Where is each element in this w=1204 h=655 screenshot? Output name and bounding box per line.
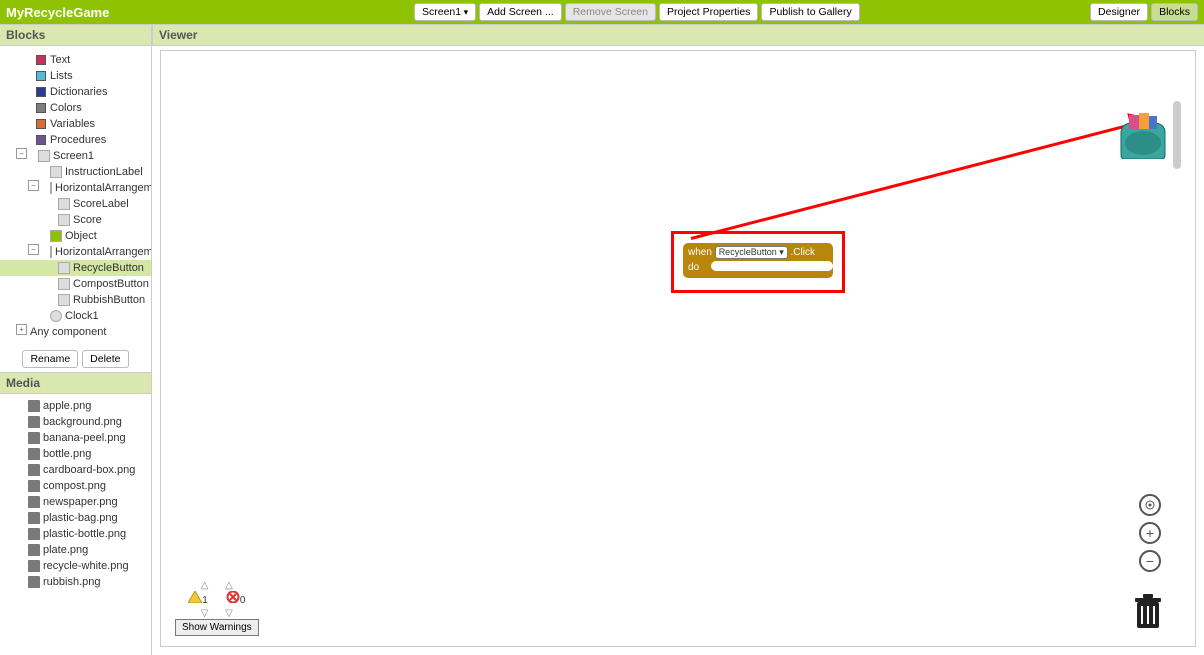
- remove-screen-button[interactable]: Remove Screen: [565, 3, 656, 21]
- image-icon: [28, 544, 40, 556]
- component-score[interactable]: Score: [0, 212, 151, 228]
- delete-button[interactable]: Delete: [82, 350, 128, 368]
- builtin-text[interactable]: Text: [0, 52, 151, 68]
- image-icon: [28, 560, 40, 572]
- screen-selector[interactable]: Screen1: [414, 3, 476, 21]
- builtin-colors[interactable]: Colors: [0, 100, 151, 116]
- annotation-arrow: [691, 122, 1135, 240]
- screen-toolbar: Screen1 Add Screen ... Remove Screen Pro…: [414, 3, 860, 21]
- component-instructionlabel[interactable]: InstructionLabel: [0, 164, 151, 180]
- media-item[interactable]: background.png: [0, 414, 151, 430]
- image-icon: [28, 432, 40, 444]
- component-rubbishbutton[interactable]: RubbishButton: [0, 292, 151, 308]
- warnings-panel: △ △ 1 0 ▽ ▽ Show Warnings: [175, 580, 259, 636]
- media-panel-header: Media: [0, 372, 151, 394]
- media-item[interactable]: compost.png: [0, 478, 151, 494]
- media-item[interactable]: plastic-bottle.png: [0, 526, 151, 542]
- trash-icon[interactable]: [1133, 594, 1163, 628]
- blocks-tab[interactable]: Blocks: [1151, 3, 1198, 21]
- image-icon: [28, 576, 40, 588]
- component-clock1[interactable]: Clock1: [0, 308, 151, 324]
- media-item[interactable]: recycle-white.png: [0, 558, 151, 574]
- image-icon: [28, 512, 40, 524]
- zoom-out-button[interactable]: −: [1139, 550, 1161, 572]
- image-icon: [28, 528, 40, 540]
- top-toolbar: MyRecycleGame Screen1 Add Screen ... Rem…: [0, 0, 1204, 24]
- component-dropdown[interactable]: RecycleButton ▾: [715, 246, 788, 259]
- media-item[interactable]: plastic-bag.png: [0, 510, 151, 526]
- component-ha2[interactable]: HorizontalArrangement2: [0, 244, 151, 260]
- media-item[interactable]: bottle.png: [0, 446, 151, 462]
- media-item[interactable]: banana-peel.png: [0, 430, 151, 446]
- zoom-in-button[interactable]: +: [1139, 522, 1161, 544]
- collapse-icon[interactable]: −: [28, 180, 39, 191]
- media-item[interactable]: apple.png: [0, 398, 151, 414]
- add-screen-button[interactable]: Add Screen ...: [479, 3, 562, 21]
- builtin-lists[interactable]: Lists: [0, 68, 151, 84]
- builtin-procedures[interactable]: Procedures: [0, 132, 151, 148]
- image-icon: [28, 496, 40, 508]
- image-icon: [28, 400, 40, 412]
- project-properties-button[interactable]: Project Properties: [659, 3, 758, 21]
- viewer-panel: Viewer when RecycleButton ▾ .Click do: [152, 24, 1204, 655]
- media-list: apple.png background.png banana-peel.png…: [0, 394, 151, 594]
- warning-count: 1: [188, 591, 208, 606]
- component-buttons: Rename Delete: [0, 346, 151, 372]
- block-slot[interactable]: [711, 261, 833, 271]
- component-object[interactable]: Object: [0, 228, 151, 244]
- center-button[interactable]: [1139, 494, 1161, 516]
- project-name: MyRecycleGame: [6, 5, 109, 20]
- media-item[interactable]: plate.png: [0, 542, 151, 558]
- nav-up-icon[interactable]: △ △: [175, 580, 259, 591]
- view-toggle: Designer Blocks: [1090, 3, 1198, 21]
- annotation-highlight: when RecycleButton ▾ .Click do: [671, 231, 845, 293]
- rename-button[interactable]: Rename: [22, 350, 78, 368]
- error-count: 0: [226, 591, 246, 606]
- viewer-panel-header: Viewer: [152, 24, 1204, 46]
- backpack-icon[interactable]: [1115, 113, 1171, 159]
- workspace[interactable]: when RecycleButton ▾ .Click do +: [160, 50, 1196, 647]
- image-icon: [28, 416, 40, 428]
- collapse-icon[interactable]: −: [16, 148, 27, 159]
- sidebar: Blocks Text Lists Dictionaries Colors Va…: [0, 24, 152, 655]
- component-scorelabel[interactable]: ScoreLabel: [0, 196, 151, 212]
- collapse-icon[interactable]: −: [28, 244, 39, 255]
- zoom-controls: + −: [1139, 494, 1161, 572]
- do-body[interactable]: do: [683, 260, 833, 278]
- scrollbar[interactable]: [1173, 101, 1181, 169]
- component-recyclebutton[interactable]: RecycleButton: [0, 260, 151, 276]
- blocks-panel-header: Blocks: [0, 24, 151, 46]
- publish-button[interactable]: Publish to Gallery: [761, 3, 859, 21]
- show-warnings-button[interactable]: Show Warnings: [175, 619, 259, 636]
- image-icon: [28, 448, 40, 460]
- expand-icon[interactable]: +: [16, 324, 27, 335]
- media-item[interactable]: cardboard-box.png: [0, 462, 151, 478]
- image-icon: [28, 480, 40, 492]
- media-item[interactable]: newspaper.png: [0, 494, 151, 510]
- media-item[interactable]: rubbish.png: [0, 574, 151, 590]
- nav-down-icon[interactable]: ▽ ▽: [175, 608, 259, 619]
- blocks-tree: Text Lists Dictionaries Colors Variables…: [0, 46, 151, 346]
- builtin-variables[interactable]: Variables: [0, 116, 151, 132]
- designer-tab[interactable]: Designer: [1090, 3, 1148, 21]
- component-ha1[interactable]: HorizontalArrangement1: [0, 180, 151, 196]
- builtin-dictionaries[interactable]: Dictionaries: [0, 84, 151, 100]
- component-compostbutton[interactable]: CompostButton: [0, 276, 151, 292]
- image-icon: [28, 464, 40, 476]
